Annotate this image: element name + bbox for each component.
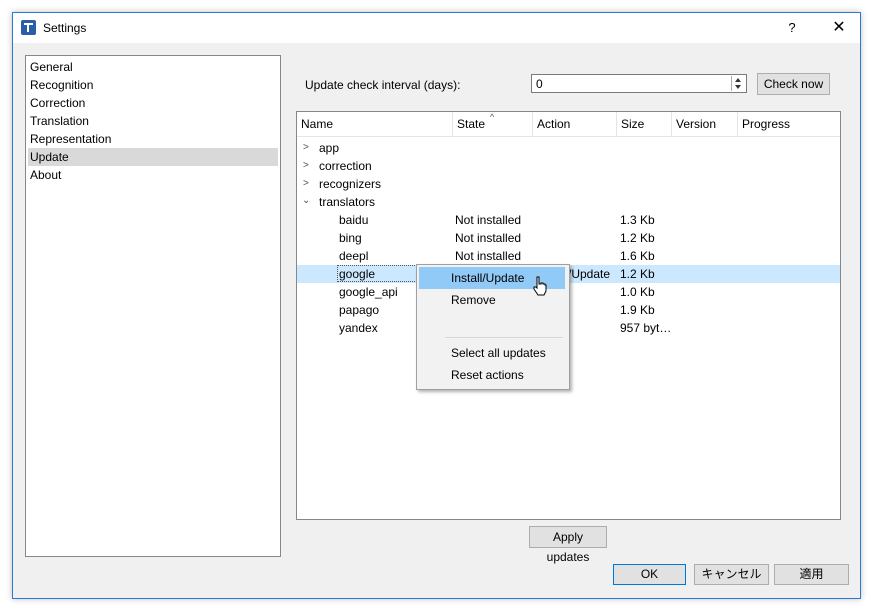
menu-separator [445,337,563,338]
sidebar-item-correction[interactable]: Correction [28,94,278,112]
item-name: deepl [339,249,369,263]
window-title: Settings [43,21,87,35]
tree-row-group[interactable]: > correction [297,157,840,175]
item-size: 1.2 Kb [620,267,655,281]
column-state[interactable]: State [453,112,533,136]
sidebar-item-representation[interactable]: Representation [28,130,278,148]
interval-spinner[interactable] [731,76,745,91]
cancel-button[interactable]: キャンセル [694,564,769,585]
update-interval-value: 0 [536,77,543,91]
item-size: 1.2 Kb [620,231,655,245]
item-size: 1.6 Kb [620,249,655,263]
sidebar-item-general[interactable]: General [28,58,278,76]
tree-row[interactable]: baidu Not installed 1.3 Kb [297,211,840,229]
group-name: translators [319,195,376,209]
sidebar-item-about[interactable]: About [28,166,278,184]
group-name: app [319,141,340,155]
menu-item-reset-actions[interactable]: Reset actions [419,364,565,386]
item-size: 957 byt… [620,321,672,335]
group-name: recognizers [319,177,382,191]
group-name: correction [319,159,372,173]
sidebar-item-translation[interactable]: Translation [28,112,278,130]
item-name: yandex [339,321,378,335]
column-version[interactable]: Version [672,112,738,136]
update-interval-input[interactable]: 0 [531,74,747,93]
hand-cursor-icon [533,276,547,296]
item-name: baidu [339,213,369,227]
tree-row-group[interactable]: > app [297,139,840,157]
item-state: Not installed [455,213,522,227]
apply-updates-button[interactable]: Apply updates [529,526,607,564]
tree-row-group[interactable]: ⌄ translators [297,193,840,211]
update-interval-label: Update check interval (days): [305,78,461,92]
item-state: Not installed [455,249,522,263]
column-name[interactable]: Name [297,112,453,136]
check-now-button[interactable]: Check now [757,73,830,95]
tree-row[interactable]: deepl Not installed 1.6 Kb [297,247,840,265]
chevron-down-icon[interactable]: ⌄ [302,192,310,210]
column-action[interactable]: Action [533,112,617,136]
column-size[interactable]: Size [617,112,672,136]
chevron-right-icon[interactable]: > [303,157,309,175]
spin-down-icon[interactable] [735,85,741,89]
item-size: 1.9 Kb [620,303,655,317]
item-size: 1.3 Kb [620,213,655,227]
tree-row-group[interactable]: > recognizers [297,175,840,193]
column-progress[interactable]: Progress [738,112,840,136]
help-button[interactable]: ? [775,13,809,43]
item-name: google [339,267,376,281]
item-state: Not installed [455,231,522,245]
apply-button[interactable]: 適用 [774,564,849,585]
spin-up-icon[interactable] [735,78,741,82]
tree-row[interactable]: bing Not installed 1.2 Kb [297,229,840,247]
chevron-right-icon[interactable]: > [303,175,309,193]
title-bar: Settings ? ✕ [13,13,860,43]
item-name: bing [339,231,362,245]
item-name: papago [339,303,380,317]
chevron-right-icon[interactable]: > [303,139,309,157]
sidebar-item-update[interactable]: Update [28,148,278,166]
item-action: /Update [568,267,611,281]
close-button[interactable]: ✕ [819,13,859,43]
tree-header: Name ^ State Action Size Version Progres… [297,112,840,137]
sidebar-item-recognition[interactable]: Recognition [28,76,278,94]
settings-category-list: General Recognition Correction Translati… [25,55,281,557]
item-name: google_api [339,285,398,299]
menu-item-select-all-updates[interactable]: Select all updates [419,342,565,364]
ok-button[interactable]: OK [613,564,686,585]
app-icon [21,20,36,35]
item-size: 1.0 Kb [620,285,655,299]
